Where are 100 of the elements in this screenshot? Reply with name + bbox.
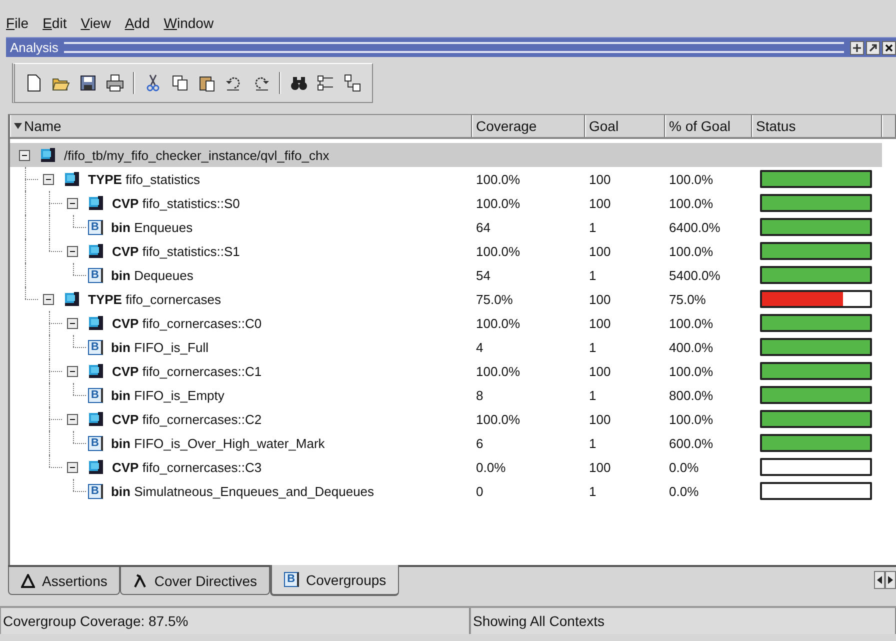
tree-row[interactable]: CVP fifo_statistics::S0 100.0% 100 100.0% xyxy=(10,191,896,215)
print-icon[interactable] xyxy=(106,74,124,92)
scroll-right-icon[interactable] xyxy=(885,571,896,589)
menu-item[interactable]: Edit xyxy=(42,15,67,32)
collapse-toggle[interactable] xyxy=(67,462,78,472)
binoculars-icon[interactable] xyxy=(290,74,308,92)
table-cell: 0.0% xyxy=(476,460,506,474)
hierarchy-icon[interactable] xyxy=(344,74,362,92)
paste-icon[interactable] xyxy=(198,74,216,92)
bin-icon: B xyxy=(88,388,103,402)
menu-item[interactable]: File xyxy=(6,15,29,32)
tree-row[interactable]: B bin FIFO_is_Full 4 1 400.0% xyxy=(10,335,896,359)
table-cell: 600.0% xyxy=(669,436,714,450)
tree-row[interactable]: B bin FIFO_is_Over_High_water_Mark 6 1 600.0% xyxy=(10,431,896,455)
collapse-toggle[interactable] xyxy=(19,150,30,160)
save-icon[interactable] xyxy=(79,74,97,92)
table-cell: 100.0% xyxy=(669,412,714,426)
table-cell: 100 xyxy=(589,460,611,474)
column-header[interactable]: Name xyxy=(10,115,472,137)
menu-item[interactable]: Window xyxy=(164,15,214,32)
item-name: CVP fifo_cornercases::C0 xyxy=(112,316,262,330)
table-cell: 100 xyxy=(589,412,611,426)
column-header[interactable]: Coverage xyxy=(472,115,585,137)
collapse-toggle[interactable] xyxy=(67,414,78,424)
column-header[interactable]: Status xyxy=(752,115,882,137)
table-cell: 100 xyxy=(589,292,611,306)
node-icon xyxy=(88,195,104,211)
collapse-toggle[interactable] xyxy=(43,174,54,184)
table-cell: 75.0% xyxy=(476,292,513,306)
arrow-icon[interactable] xyxy=(866,40,880,54)
collapse-toggle[interactable] xyxy=(67,366,78,376)
sort-icon[interactable] xyxy=(14,122,22,130)
tree-row[interactable]: B bin Enqueues 64 1 6400.0% xyxy=(10,215,896,239)
status-text: Showing All Contexts xyxy=(470,608,896,634)
copy-icon[interactable] xyxy=(171,74,189,92)
tree-row[interactable]: TYPE fifo_cornercases 75.0% 100 75.0% xyxy=(10,287,896,311)
item-name: bin Dequeues xyxy=(110,268,194,282)
table-cell: 64 xyxy=(476,220,490,234)
bin-icon: B xyxy=(88,268,103,282)
node-icon xyxy=(88,459,104,475)
cut-icon[interactable] xyxy=(144,74,162,92)
collapse-toggle[interactable] xyxy=(67,198,78,208)
item-name: TYPE fifo_statistics xyxy=(88,172,200,186)
tree-row[interactable]: TYPE fifo_statistics 100.0% 100 100.0% xyxy=(10,167,896,191)
table-cell: 100.0% xyxy=(669,244,714,258)
close-icon[interactable] xyxy=(882,40,896,54)
column-header[interactable]: Goal xyxy=(585,115,665,137)
bin-icon: B xyxy=(88,340,103,354)
table-cell: 100.0% xyxy=(669,196,714,210)
table-cell: 1 xyxy=(589,388,596,402)
item-name: bin FIFO_is_Empty xyxy=(110,388,224,402)
tree-row[interactable]: CVP fifo_cornercases::C0 100.0% 100 100.0% xyxy=(10,311,896,335)
tree-row[interactable]: B bin FIFO_is_Empty 8 1 800.0% xyxy=(10,383,896,407)
collapse-toggle[interactable] xyxy=(67,246,78,256)
menu-item[interactable]: Add xyxy=(124,15,150,32)
table-cell: 6 xyxy=(476,436,484,450)
item-name: bin FIFO_is_Over_High_water_Mark xyxy=(110,436,325,450)
scroll-left-icon[interactable] xyxy=(874,571,885,589)
bin-icon: B xyxy=(88,436,103,450)
tree-row[interactable]: CVP fifo_cornercases::C3 0.0% 100 0.0% xyxy=(10,455,896,479)
bin-icon: B xyxy=(88,220,103,234)
triangle-icon xyxy=(21,574,35,588)
tree-row[interactable]: CVP fifo_statistics::S1 100.0% 100 100.0% xyxy=(10,239,896,263)
table-cell: 100.0% xyxy=(476,196,520,210)
move-icon[interactable] xyxy=(850,40,864,54)
table-cell: 100.0% xyxy=(476,244,520,258)
tab[interactable]: B Covergroups xyxy=(270,565,400,596)
table-cell: 100 xyxy=(589,244,611,258)
tree-row[interactable]: CVP fifo_cornercases::C1 100.0% 100 100.0% xyxy=(10,359,896,383)
item-name: bin Simulatneous_Enqueues_and_Dequeues xyxy=(110,484,374,498)
table-cell: 4 xyxy=(476,340,484,354)
tree-list-icon[interactable] xyxy=(317,74,335,92)
bin-icon: B xyxy=(284,572,300,587)
table-cell: 100 xyxy=(589,316,611,330)
table-cell: 0 xyxy=(476,484,484,498)
tree-row[interactable]: CVP fifo_cornercases::C2 100.0% 100 100.0% xyxy=(10,407,896,431)
lambda-icon xyxy=(133,574,148,588)
table-cell: 100 xyxy=(589,196,611,210)
tab[interactable]: Assertions xyxy=(8,567,120,595)
drag-grip[interactable] xyxy=(64,42,844,53)
table-cell: 8 xyxy=(476,388,484,402)
item-name: bin Enqueues xyxy=(110,220,193,234)
tree-row[interactable]: B bin Simulatneous_Enqueues_and_Dequeues 0 1 0.0% xyxy=(10,479,896,503)
tree-row[interactable]: B bin Dequeues 54 1 5400.0% xyxy=(10,263,896,287)
table-cell: 75.0% xyxy=(669,292,706,306)
item-name: CVP fifo_statistics::S0 xyxy=(112,196,240,210)
collapse-toggle[interactable] xyxy=(67,318,78,328)
table-cell: 100 xyxy=(589,172,611,186)
table-cell: 1 xyxy=(589,484,596,498)
node-icon xyxy=(40,147,56,163)
column-header[interactable]: % of Goal xyxy=(665,115,752,137)
table-cell: 6400.0% xyxy=(669,220,720,234)
menu-item[interactable]: View xyxy=(80,15,111,32)
node-icon xyxy=(88,243,104,259)
collapse-toggle[interactable] xyxy=(43,294,54,304)
node-icon xyxy=(88,363,104,379)
table-cell: 400.0% xyxy=(669,340,714,354)
tab[interactable]: Cover Directives xyxy=(120,567,270,595)
new-file-icon[interactable] xyxy=(25,74,43,92)
status-text: Covergroup Coverage: 87.5% xyxy=(0,608,470,634)
